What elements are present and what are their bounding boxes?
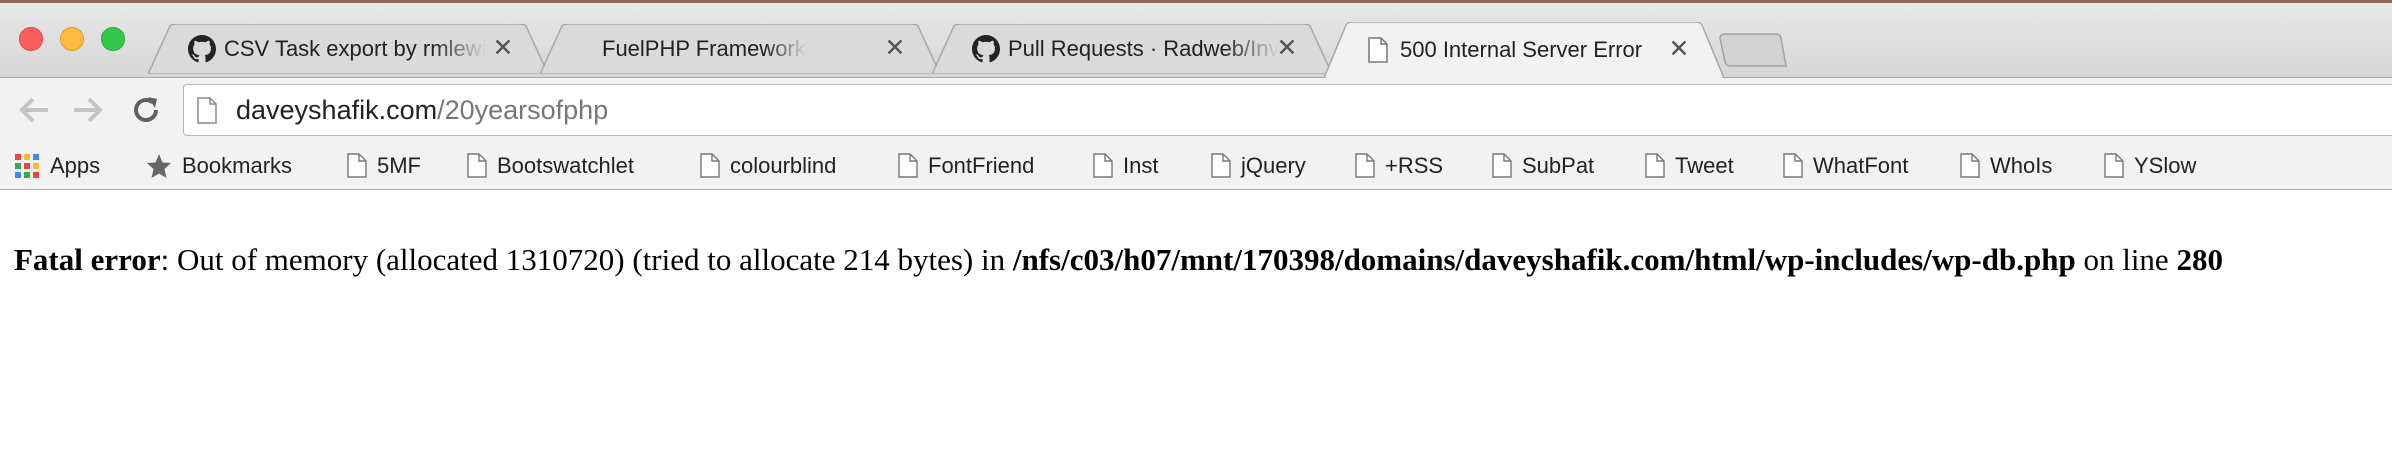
close-tab-icon[interactable]: ✕ [882,35,908,61]
bookmark-label: Bootswatchlet [497,152,634,178]
tab-fuelphp-framework[interactable]: FuelPHP Framework ✕ [540,24,940,74]
bookmark-bookmarks[interactable]: Bookmarks [146,142,292,189]
error-line-number: 280 [2176,242,2223,277]
back-button[interactable] [14,90,54,130]
tab-content: Pull Requests · Radweb/Inv [972,24,1298,74]
bookmark-item[interactable]: +RSS [1355,142,1443,189]
page-icon [1364,36,1392,64]
bookmark-item[interactable]: WhatFont [1783,142,1908,189]
bookmark-label: YSlow [2134,152,2197,178]
bookmark-item[interactable]: jQuery [1211,142,1306,189]
tab-pull-requests[interactable]: Pull Requests · Radweb/Inv ✕ [932,24,1332,74]
reload-button[interactable] [126,90,166,130]
bookmark-item[interactable]: colourblind [700,142,836,189]
forward-button[interactable] [68,90,108,130]
bookmark-label: SubPat [1522,152,1595,178]
bookmark-item[interactable]: FontFriend [898,142,1034,189]
tab-content: FuelPHP Framework [602,24,906,74]
close-tab-icon[interactable]: ✕ [1666,36,1692,62]
page-icon [1355,153,1375,178]
page-icon [1093,153,1113,178]
page-icon [898,153,918,178]
bookmark-item[interactable]: SubPat [1492,142,1594,189]
bookmark-label: colourblind [730,152,837,178]
tab-title: 500 Internal Server Error [1400,37,1643,62]
page-content: Fatal error: Out of memory (allocated 13… [0,190,2392,466]
error-label: Fatal error [14,242,161,277]
star-icon [147,153,171,178]
bookmarks-bar: Apps Bookmarks 5MF Bootswatchlet colourbli… [0,142,2392,190]
error-on-line-text: on line [2075,242,2177,277]
bookmark-label: jQuery [1241,152,1306,178]
bookmark-item[interactable]: Bootswatchlet [467,142,634,189]
apps-grid-icon [15,153,39,178]
page-icon [1645,153,1665,178]
page-icon [2104,153,2124,178]
page-icon [1960,153,1980,178]
close-window-button[interactable] [19,27,43,51]
bookmark-label: 5MF [377,152,421,178]
new-tab-button[interactable] [1718,32,1788,68]
error-file-path: /nfs/c03/h07/mnt/170398/domains/daveysha… [1012,242,2076,277]
bookmark-label: Inst [1123,152,1159,178]
tab-title: CSV Task export by rmlewi [224,36,487,61]
bookmark-item[interactable]: YSlow [2104,142,2196,189]
close-tab-icon[interactable]: ✕ [490,35,516,61]
bookmark-label: Apps [50,152,101,178]
bookmark-label: FontFriend [928,152,1035,178]
github-icon [188,35,216,63]
page-icon [1492,153,1512,178]
address-bar[interactable]: daveyshafik.com/20yearsofphp [183,84,2392,136]
tab-500-internal-server-error[interactable]: 500 Internal Server Error ✕ [1324,22,1724,78]
page-icon [700,153,720,178]
bookmark-apps[interactable]: Apps [14,142,100,189]
window-top-border [0,0,2392,3]
url-domain: daveyshafik.com [236,95,438,125]
tab-title: Pull Requests · Radweb/Inv [1008,36,1280,61]
bookmark-label: WhatFont [1813,152,1909,178]
bookmark-label: Bookmarks [182,152,293,178]
bookmark-item[interactable]: Tweet [1645,142,1734,189]
minimize-window-button[interactable] [60,27,84,51]
forward-arrow-icon [74,97,103,123]
tab-title: FuelPHP Framework [602,36,806,61]
fatal-error-message: Fatal error: Out of memory (allocated 13… [14,242,2223,278]
bookmark-label: Tweet [1675,152,1734,178]
tab-strip: CSV Task export by rmlewi ✕ FuelPHP Fram… [0,0,2392,78]
back-arrow-icon [19,97,48,123]
reload-icon [134,97,158,122]
error-text: : Out of memory (allocated 1310720) (tri… [160,242,1013,277]
bookmark-label: +RSS [1385,152,1444,178]
page-icon [467,153,487,178]
url-path: /20yearsofphp [437,95,609,125]
page-icon [1783,153,1803,178]
close-tab-icon[interactable]: ✕ [1274,35,1300,61]
github-icon [972,35,1000,63]
zoom-window-button[interactable] [101,27,125,51]
url-text[interactable]: daveyshafik.com/20yearsofphp [236,95,608,126]
page-icon [1211,153,1231,178]
tab-csv-task-export[interactable]: CSV Task export by rmlewi ✕ [148,24,548,74]
tab-content: 500 Internal Server Error [1364,25,1690,75]
bookmark-item[interactable]: WhoIs [1960,142,2052,189]
tab-content: CSV Task export by rmlewi [188,24,514,74]
page-icon [347,153,367,178]
bookmark-item[interactable]: Inst [1093,142,1158,189]
page-icon [197,97,217,124]
browser-chrome: CSV Task export by rmlewi ✕ FuelPHP Fram… [0,0,2392,190]
bookmark-item[interactable]: 5MF [347,142,421,189]
bookmark-label: WhoIs [1990,152,2053,178]
